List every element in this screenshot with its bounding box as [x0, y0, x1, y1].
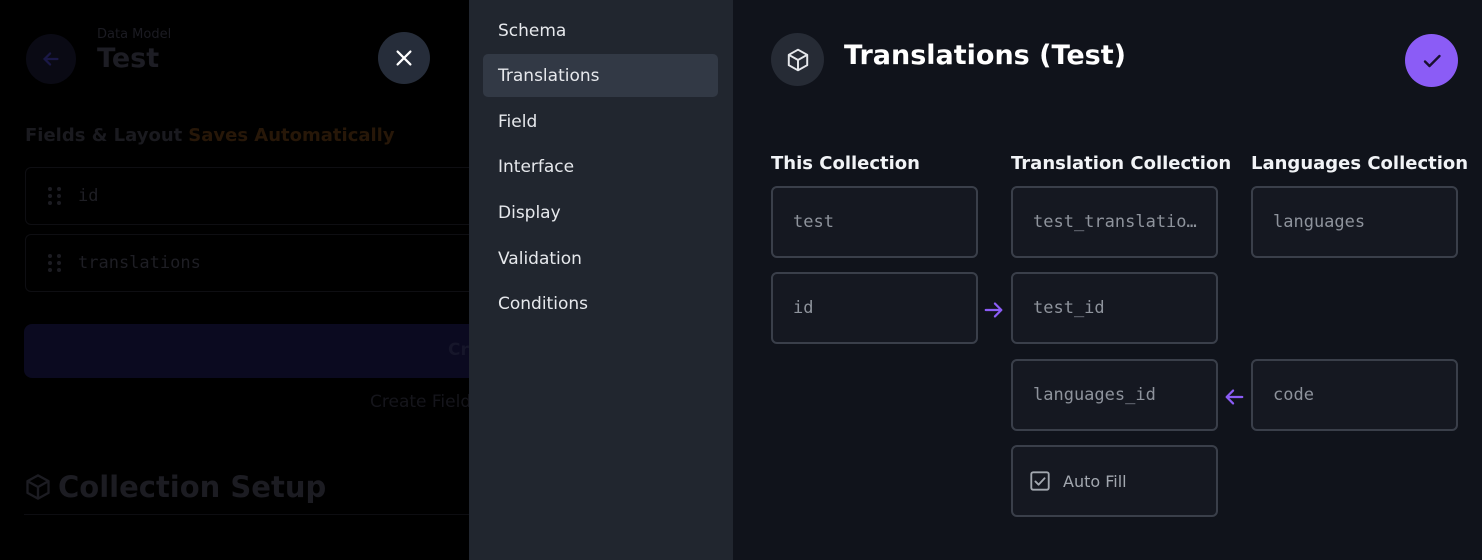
- field-name: translations: [78, 253, 201, 273]
- cube-icon: [26, 474, 50, 500]
- check-icon: [1423, 54, 1441, 67]
- languages-key-input[interactable]: [1273, 385, 1443, 405]
- header-icon-wrapper: [771, 33, 824, 86]
- nav-item-schema[interactable]: Schema: [483, 9, 718, 52]
- translation-fk-languages-field[interactable]: [1011, 359, 1218, 431]
- languages-key-field[interactable]: [1251, 359, 1458, 431]
- drawer-navigation: Schema Translations Field Interface Disp…: [469, 0, 733, 560]
- languages-collection-label: Languages Collection: [1251, 153, 1469, 174]
- nav-item-translations[interactable]: Translations: [483, 54, 718, 97]
- back-button[interactable]: [26, 34, 76, 84]
- field-row-id[interactable]: id: [25, 167, 469, 225]
- arrow-left-icon: [1222, 385, 1246, 409]
- arrow-right-icon: [982, 298, 1006, 322]
- field-name: id: [78, 186, 99, 206]
- drag-handle-icon[interactable]: [48, 186, 62, 206]
- collection-setup-title: Collection Setup: [58, 470, 327, 504]
- nav-item-validation[interactable]: Validation: [483, 237, 718, 280]
- create-field-button-label: Cr: [448, 340, 469, 360]
- checkbox-checked-icon[interactable]: [1029, 470, 1051, 492]
- close-icon: [396, 50, 412, 66]
- translation-fk-languages-input[interactable]: [1033, 385, 1203, 405]
- page-kicker: Data Model: [97, 27, 172, 42]
- translation-collection-field[interactable]: [1011, 186, 1218, 258]
- this-collection-field[interactable]: [771, 186, 978, 258]
- auto-fill-checkbox[interactable]: Auto Fill: [1011, 445, 1218, 517]
- fields-layout-heading: Fields & Layout Saves Automatically: [25, 125, 395, 146]
- create-field-link[interactable]: Create Field: [370, 392, 469, 412]
- create-field-button[interactable]: Cr: [24, 324, 469, 378]
- confirm-button[interactable]: [1405, 34, 1458, 87]
- translation-collection-label: Translation Collection: [1011, 153, 1232, 174]
- translation-fk-this-input[interactable]: [1033, 298, 1203, 318]
- arrow-left-icon: [42, 52, 59, 66]
- translations-drawer: Translations (Test) This Collection Tran…: [733, 0, 1482, 560]
- nav-item-field[interactable]: Field: [483, 100, 718, 143]
- translation-fk-this-field[interactable]: [1011, 272, 1218, 344]
- divider: [24, 514, 469, 515]
- this-collection-label: This Collection: [771, 153, 920, 174]
- collection-setup-heading: Collection Setup: [24, 470, 326, 504]
- nav-item-display[interactable]: Display: [483, 191, 718, 234]
- drawer-title: Translations (Test): [844, 40, 1126, 71]
- close-drawer-button[interactable]: [378, 32, 430, 84]
- nav-item-interface[interactable]: Interface: [483, 145, 718, 188]
- nav-item-conditions[interactable]: Conditions: [483, 282, 718, 325]
- this-key-input[interactable]: [793, 298, 963, 318]
- page-title: Test: [97, 43, 160, 74]
- languages-collection-field[interactable]: [1251, 186, 1458, 258]
- languages-collection-input[interactable]: [1273, 212, 1443, 232]
- auto-fill-label: Auto Fill: [1063, 471, 1127, 491]
- cube-icon: [787, 48, 808, 71]
- drag-handle-icon[interactable]: [48, 253, 62, 273]
- this-key-field[interactable]: [771, 272, 978, 344]
- translation-collection-input[interactable]: [1033, 212, 1203, 232]
- section-title: Fields & Layout: [25, 125, 183, 146]
- this-collection-input[interactable]: [793, 212, 963, 232]
- background-page: Data Model Test Fields & Layout Saves Aut…: [0, 0, 469, 560]
- field-row-translations[interactable]: translations: [25, 234, 469, 292]
- saves-automatically-label: Saves Automatically: [188, 125, 395, 146]
